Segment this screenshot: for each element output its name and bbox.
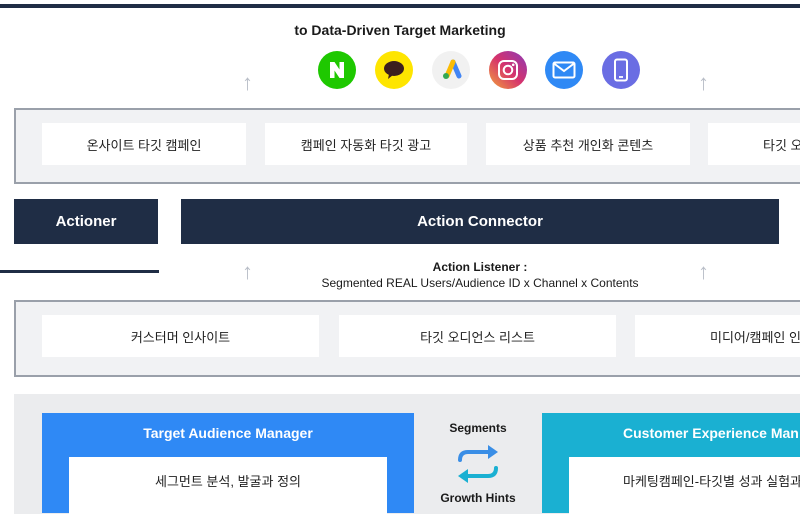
target-audience-manager-content: 세그먼트 분석, 발굴과 정의 [69,457,387,517]
mobile-app-icon [602,51,640,89]
action-listener-title: Action Listener : [432,260,528,274]
insight-item: 미디어/캠페인 인 [635,315,800,357]
action-item: 상품 추천 개인화 콘텐츠 [486,123,690,165]
top-border-line [0,4,800,8]
up-arrow-icon: ↑ [698,70,709,95]
target-audience-manager-panel: Target Audience Manager 세그먼트 분석, 발굴과 정의 [42,413,414,517]
customer-experience-manager-content: 마케팅캠페인-타깃별 성과 실험과 [569,457,800,517]
email-icon [545,51,583,89]
naver-icon [318,51,356,89]
customer-experience-manager-title: Customer Experience Man [623,425,799,441]
action-item: 캠페인 자동화 타깃 광고 [265,123,467,165]
growth-hints-label: Growth Hints [440,491,516,505]
google-ads-icon [432,51,470,89]
action-row-band: 온사이트 타깃 캠페인 캠페인 자동화 타깃 광고 상품 추천 개인화 콘텐츠 … [14,108,800,184]
segments-label: Segments [449,421,507,435]
customer-experience-manager-panel: Customer Experience Man 마케팅캠페인-타깃별 성과 실험… [542,413,800,517]
target-audience-manager-title: Target Audience Manager [143,425,313,441]
action-item: 온사이트 타깃 캠페인 [42,123,246,165]
exchange-arrows-icon [454,444,502,489]
action-item: 타깃 오 [708,123,800,165]
insight-item: 타깃 오디언스 리스트 [339,315,616,357]
instagram-icon [489,51,527,89]
kakaotalk-icon [375,51,413,89]
actioner-underline [0,270,159,273]
page-title: to Data-Driven Target Marketing [294,22,506,38]
actioner-box: Actioner [14,199,158,244]
action-connector-box: Action Connector [181,199,779,244]
up-arrow-icon: ↑ [242,70,253,95]
action-listener-subtitle: Segmented REAL Users/Audience ID x Chann… [321,276,639,290]
insight-item: 커스터머 인사이트 [42,315,319,357]
insight-row-band: 커스터머 인사이트 타깃 오디언스 리스트 미디어/캠페인 인 [14,300,800,377]
